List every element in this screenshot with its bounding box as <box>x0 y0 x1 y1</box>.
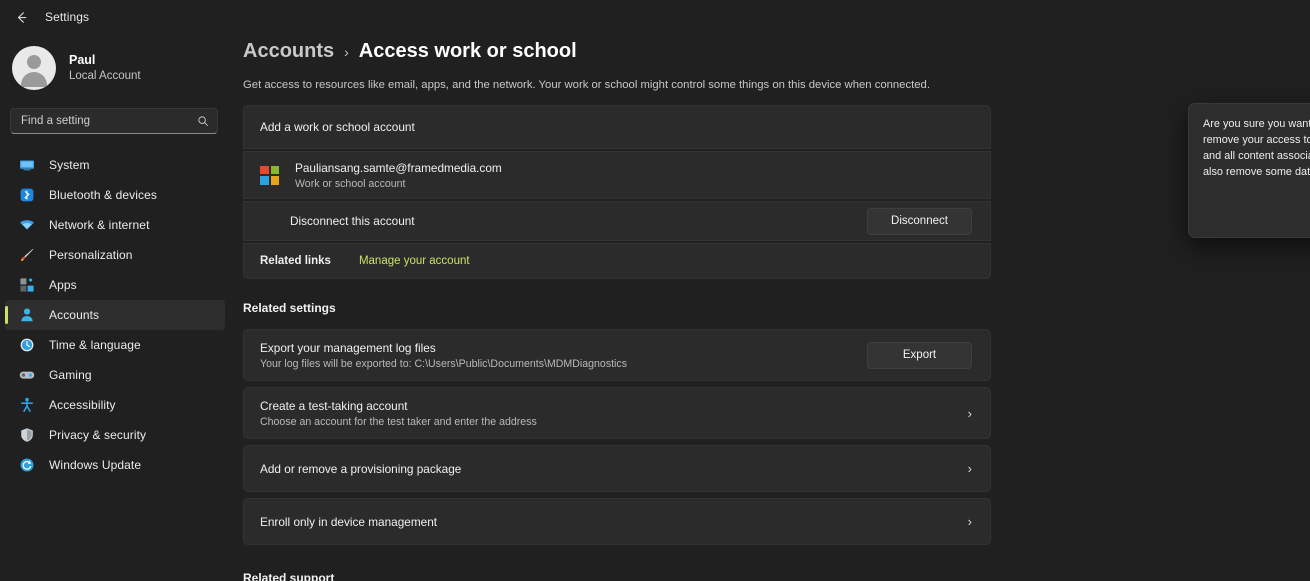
user-profile[interactable]: Paul Local Account <box>0 34 230 94</box>
sidebar-item-label: Time & language <box>49 338 141 352</box>
account-card-group: Add a work or school account Pauliansang… <box>243 105 991 279</box>
bluetooth-icon <box>18 187 35 204</box>
breadcrumb-parent[interactable]: Accounts <box>243 40 334 63</box>
sidebar: Settings Paul Local Account Find a setti… <box>0 0 230 581</box>
accounts-person-icon <box>18 307 35 324</box>
card-title: Enroll only in device management <box>260 514 438 529</box>
sidebar-item-privacy-security[interactable]: Privacy & security <box>5 420 225 450</box>
windows-update-icon <box>18 457 35 474</box>
sidebar-item-label: System <box>49 158 90 172</box>
create-test-taking-account-card[interactable]: Create a test-taking account Choose an a… <box>243 387 991 439</box>
sidebar-item-system[interactable]: System <box>5 150 225 180</box>
profile-name: Paul <box>69 52 96 67</box>
clock-icon <box>18 337 35 354</box>
apps-icon <box>18 277 35 294</box>
chevron-right-icon: › <box>967 514 972 529</box>
page-description: Get access to resources like email, apps… <box>243 79 930 91</box>
remove-account-confirm-dialog: Are you sure you want to remove this acc… <box>1188 103 1310 238</box>
personalization-brush-icon <box>18 247 35 264</box>
sidebar-item-label: Bluetooth & devices <box>49 188 157 202</box>
shield-icon <box>18 427 35 444</box>
account-row[interactable]: Pauliansang.samte@framedmedia.com Work o… <box>243 151 991 199</box>
sidebar-item-label: Network & internet <box>49 218 150 232</box>
card-subtitle: Your log files will be exported to: C:\U… <box>260 357 628 370</box>
breadcrumb-separator-icon: › <box>344 44 349 60</box>
dialog-message: Are you sure you want to remove this acc… <box>1203 118 1310 179</box>
card-title: Export your management log files <box>260 340 436 355</box>
disconnect-account-row: Disconnect this account Disconnect <box>243 201 991 241</box>
profile-account-type: Local Account <box>69 70 141 83</box>
settings-window: Settings Paul Local Account Find a setti… <box>0 0 1310 581</box>
card-title: Add or remove a provisioning package <box>260 461 462 476</box>
microsoft-logo-icon <box>260 165 279 185</box>
sidebar-item-label: Accounts <box>49 308 100 322</box>
page-title: Access work or school <box>358 40 577 62</box>
add-remove-provisioning-package-card[interactable]: Add or remove a provisioning package › <box>243 445 991 492</box>
sidebar-item-bluetooth-devices[interactable]: Bluetooth & devices <box>5 180 225 210</box>
sidebar-item-label: Windows Update <box>49 458 142 472</box>
main-content: Accounts › Access work or school Get acc… <box>230 0 1310 581</box>
search-icon <box>197 115 209 127</box>
gaming-controller-icon <box>18 367 35 384</box>
title-bar: Settings <box>0 0 230 34</box>
sidebar-item-label: Gaming <box>49 368 92 382</box>
related-support-heading: Related support <box>243 571 335 581</box>
related-settings-heading: Related settings <box>243 301 336 315</box>
add-account-label: Add a work or school account <box>260 120 415 134</box>
chevron-right-icon: › <box>967 461 972 476</box>
sidebar-item-label: Privacy & security <box>49 428 147 442</box>
related-links-label: Related links <box>260 255 331 267</box>
sidebar-nav: System Bluetooth & devices Network & int… <box>0 150 230 480</box>
search-input[interactable] <box>21 115 197 127</box>
disconnect-button[interactable]: Disconnect <box>867 207 972 235</box>
disconnect-label: Disconnect this account <box>290 214 415 228</box>
chevron-right-icon: › <box>967 405 972 421</box>
accessibility-person-icon <box>18 397 35 414</box>
manage-your-account-link[interactable]: Manage your account <box>359 255 470 267</box>
export-button[interactable]: Export <box>867 341 972 369</box>
breadcrumb: Accounts › Access work or school <box>243 40 1310 63</box>
sidebar-item-personalization[interactable]: Personalization <box>5 240 225 270</box>
network-icon <box>18 217 35 234</box>
search-box[interactable] <box>10 108 218 134</box>
related-settings-list: Export your management log files Your lo… <box>243 329 991 545</box>
dialog-actions: Yes <box>1203 194 1310 225</box>
sidebar-item-label: Personalization <box>49 248 133 262</box>
account-email: Pauliansang.samte@framedmedia.com <box>295 160 502 175</box>
sidebar-item-label: Apps <box>49 278 77 292</box>
sidebar-item-label: Accessibility <box>49 398 116 412</box>
back-arrow-icon[interactable] <box>11 7 31 27</box>
enroll-device-management-card[interactable]: Enroll only in device management › <box>243 498 991 545</box>
system-icon <box>18 157 35 174</box>
sidebar-item-apps[interactable]: Apps <box>5 270 225 300</box>
card-subtitle: Choose an account for the test taker and… <box>260 415 537 428</box>
sidebar-item-gaming[interactable]: Gaming <box>5 360 225 390</box>
add-work-school-account-row[interactable]: Add a work or school account <box>243 105 991 149</box>
sidebar-item-windows-update[interactable]: Windows Update <box>5 450 225 480</box>
card-title: Create a test-taking account <box>260 398 408 413</box>
window-title: Settings <box>45 10 90 24</box>
sidebar-item-time-language[interactable]: Time & language <box>5 330 225 360</box>
sidebar-item-accessibility[interactable]: Accessibility <box>5 390 225 420</box>
sidebar-item-accounts[interactable]: Accounts <box>5 300 225 330</box>
export-management-log-files-card[interactable]: Export your management log files Your lo… <box>243 329 991 381</box>
user-avatar-icon <box>12 46 56 90</box>
related-links-row: Related links Manage your account <box>243 243 991 279</box>
sidebar-item-network-internet[interactable]: Network & internet <box>5 210 225 240</box>
account-type: Work or school account <box>295 177 406 190</box>
